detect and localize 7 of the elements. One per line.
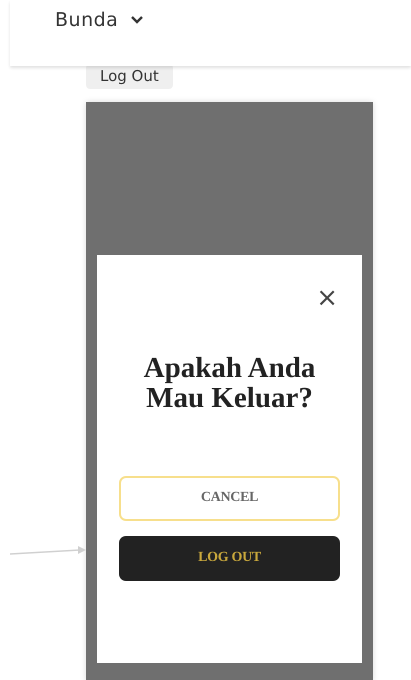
dialog-title: Apakah Anda Mau Keluar? — [142, 353, 316, 414]
cancel-button[interactable]: CANCEL — [119, 476, 340, 521]
chevron-down-icon — [130, 15, 144, 25]
close-button[interactable]: × — [316, 285, 338, 311]
log-out-button[interactable]: LOG OUT — [119, 536, 340, 581]
user-menu[interactable]: Bunda — [55, 9, 144, 31]
log-out-chip[interactable]: Log Out — [86, 64, 173, 89]
